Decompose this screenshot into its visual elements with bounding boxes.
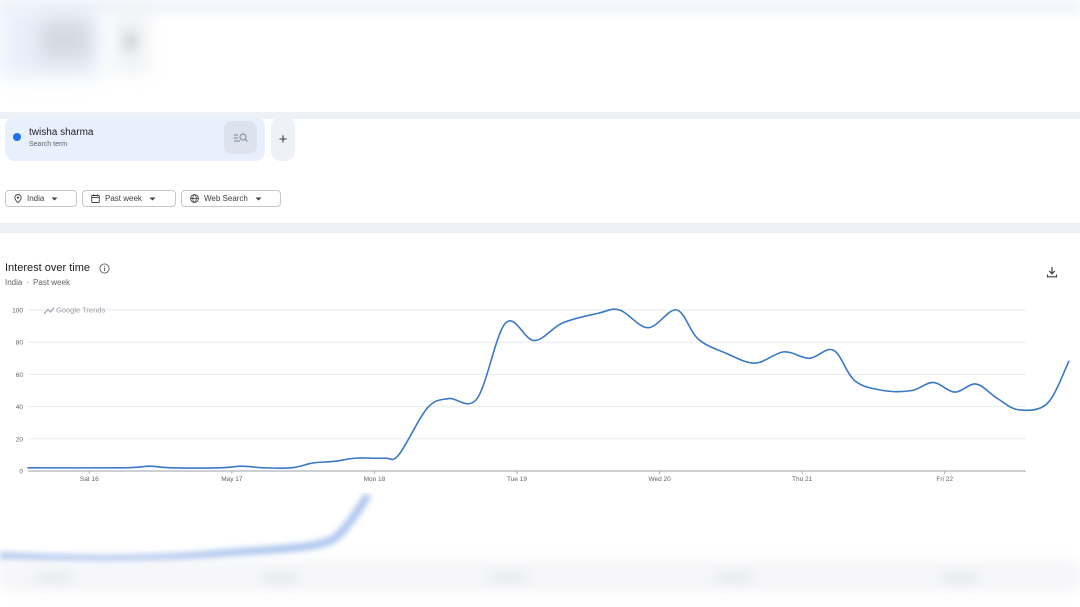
interest-over-time-chart: 0 20 40 60 80 100 Sat 16 May 17 Mon 18 Tue 19 Wed …: [12, 306, 1070, 483]
x-tick-label: Tue 19: [507, 476, 527, 483]
time-range-filter-label: Past week: [105, 194, 142, 203]
trend-icon: [43, 307, 55, 315]
region-filter-label: India: [27, 194, 45, 203]
search-term-type: Search term: [29, 141, 68, 148]
chart-title: Interest over time: [5, 262, 90, 274]
globe-icon: [190, 194, 199, 203]
search-property-filter-label: Web Search: [204, 194, 248, 203]
time-range-filter[interactable]: Past week: [82, 190, 176, 207]
y-tick-label: 100: [12, 308, 23, 315]
series-line: [27, 308, 1070, 470]
chart-subtitle-separator: ·: [26, 278, 30, 287]
info-icon[interactable]: [99, 263, 110, 274]
blurred-header: [0, 0, 1080, 112]
search-list-icon: [233, 132, 248, 142]
location-pin-icon: [14, 194, 22, 203]
x-tick-label: Fri 22: [936, 476, 953, 483]
search-term-name: twisha sharma: [29, 127, 94, 138]
add-comparison-button[interactable]: +: [271, 117, 295, 161]
y-tick-label: 60: [16, 372, 24, 379]
y-tick-label: 40: [16, 404, 24, 411]
chevron-down-icon: [255, 197, 262, 201]
chevron-down-icon: [149, 197, 156, 201]
x-tick-label: May 17: [221, 476, 243, 483]
y-tick-label: 0: [19, 469, 23, 476]
chart-subtitle-period: Past week: [33, 278, 70, 287]
x-tick-label: Wed 20: [648, 476, 671, 483]
search-property-filter[interactable]: Web Search: [181, 190, 281, 207]
refine-search-button[interactable]: [224, 121, 257, 154]
region-filter[interactable]: India: [5, 190, 77, 207]
watermark-text: Google Trends: [56, 306, 105, 315]
chart-subtitle: India · Past week: [5, 278, 70, 287]
calendar-icon: [91, 194, 100, 203]
blurred-footer: [0, 493, 1080, 607]
x-tick-label: Sat 16: [80, 476, 99, 483]
search-term-card[interactable]: twisha sharma Search term: [5, 117, 265, 161]
y-tick-label: 80: [16, 340, 24, 347]
section-divider: [0, 223, 1080, 233]
x-tick-label: Thu 21: [792, 476, 813, 483]
term-color-dot: [13, 133, 21, 141]
y-tick-label: 20: [16, 436, 24, 443]
x-tick-label: Mon 18: [364, 476, 386, 483]
chevron-down-icon: [51, 197, 58, 201]
download-icon[interactable]: [1046, 266, 1058, 278]
chart-subtitle-region: India: [5, 278, 23, 287]
